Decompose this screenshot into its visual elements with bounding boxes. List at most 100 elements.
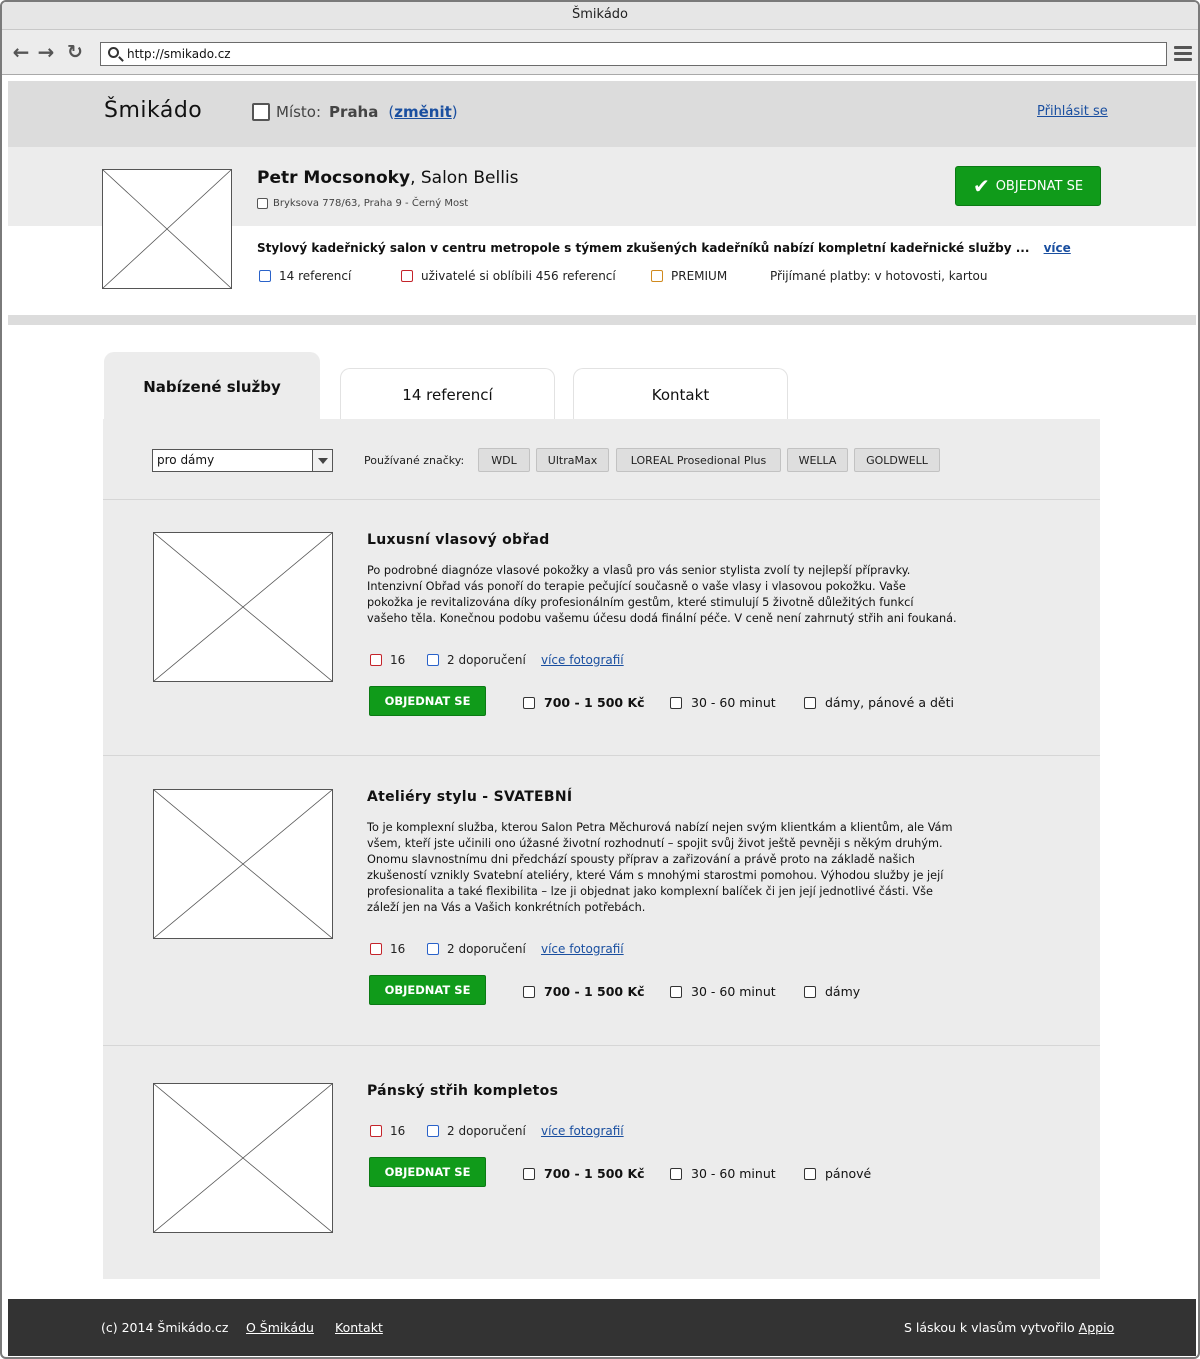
tab-services[interactable]: Nabízené služby (104, 352, 320, 420)
likes-value: 16 (390, 942, 406, 956)
location-change-link[interactable]: změnit (394, 103, 452, 121)
location-picker: Místo: Praha ( změnit ) (252, 103, 458, 121)
brands-label: Používané značky: (364, 454, 465, 467)
thumbs-up-icon (427, 1125, 439, 1137)
duration-value: 30 - 60 minut (691, 984, 776, 999)
service-description-line: zkušeností vznikly Svatební ateliéry, kt… (367, 869, 944, 882)
service-description-line: vašeho těla. Konečnou podobu vašemu účes… (367, 612, 957, 625)
reference-icon (259, 270, 271, 282)
divider (103, 755, 1100, 756)
footer-credit-text: S láskou k vlasům vytvořilo (904, 1320, 1079, 1335)
price-value: 700 - 1 500 Kč (544, 695, 645, 710)
recommendations[interactable]: 2 doporučení (427, 942, 526, 956)
brand-chip[interactable]: GOLDWELL (854, 448, 940, 472)
reload-icon[interactable]: ↻ (64, 41, 86, 63)
footer-credit-link[interactable]: Appio (1079, 1320, 1115, 1335)
duration-value: 30 - 60 minut (691, 1166, 776, 1181)
salon-address-text: Bryksova 778/63, Praha 9 - Černý Most (273, 198, 469, 209)
badge-payments-label: Přijímané platby: v hotovosti, kartou (770, 269, 988, 283)
clock-icon (670, 985, 682, 998)
hamburger-menu-icon[interactable] (1174, 46, 1192, 62)
service-description-line: záleží jen na Vás a Vašich konkrétních p… (367, 901, 646, 914)
likes-count[interactable]: 16 (370, 942, 405, 956)
duration: 30 - 60 minut (670, 1166, 776, 1181)
map-pin-icon (257, 198, 268, 209)
more-photos-link[interactable]: více fotografií (541, 942, 624, 956)
badge-premium-label: PREMIUM (671, 269, 728, 283)
location-change-close: ) (451, 103, 458, 121)
order-button[interactable]: OBJEDNAT SE (369, 975, 486, 1005)
duration-value: 30 - 60 minut (691, 695, 776, 710)
service-title: Ateliéry stylu - SVATEBNÍ (367, 789, 573, 805)
recommendations-value: 2 doporučení (447, 1124, 526, 1138)
badge-references-label: 14 referencí (279, 269, 352, 283)
service-description-line: Po podrobné diagnóze vlasové pokožky a v… (367, 564, 911, 577)
people-icon (804, 1167, 816, 1180)
more-photos-link[interactable]: více fotografií (541, 653, 624, 667)
audience: dámy (804, 984, 860, 999)
likes-value: 16 (390, 1124, 406, 1138)
recommendations[interactable]: 2 doporučení (427, 653, 526, 667)
footer-contact-link[interactable]: Kontakt (335, 1320, 383, 1335)
price-icon (523, 1167, 535, 1180)
salon-heading: Petr Mocsonoky, Salon Bellis (257, 168, 519, 188)
service-description-line: profesionalita a také flexibilita – lze … (367, 885, 933, 898)
site-logo[interactable]: Šmikádo (104, 98, 202, 123)
footer-about-link[interactable]: O Šmikádu (246, 1320, 314, 1335)
likes-count[interactable]: 16 (370, 1124, 405, 1138)
salon-name: , Salon Bellis (410, 168, 519, 188)
salon-address: Bryksova 778/63, Praha 9 - Černý Most (257, 198, 468, 209)
location-label: Místo: (276, 103, 322, 121)
likes-value: 16 (390, 653, 406, 667)
price-value: 700 - 1 500 Kč (544, 1166, 645, 1181)
back-arrow-icon[interactable]: ← (10, 40, 32, 64)
address-url: http://smikado.cz (127, 47, 231, 61)
people-icon (804, 696, 816, 709)
address-bar[interactable]: http://smikado.cz (100, 42, 1167, 66)
tab-services-label: Nabízené služby (143, 377, 281, 396)
premium-icon (651, 270, 663, 282)
browser-toolbar: ← → ↻ http://smikado.cz (2, 30, 1198, 75)
badge-references[interactable]: 14 referencí (259, 269, 351, 283)
browser-window: Šmikádo ← → ↻ http://smikado.cz Šmikádo … (0, 0, 1200, 1359)
recommendations[interactable]: 2 doporučení (427, 1124, 526, 1138)
service-description-line: všem, kteří jste učinili ono úžasné živo… (367, 837, 943, 850)
brand-chip[interactable]: LOREAL Prosedional Plus (616, 448, 781, 472)
service-title: Pánský střih kompletos (367, 1083, 559, 1099)
brand-chip[interactable]: UltraMax (536, 448, 609, 472)
salon-more-link[interactable]: více (1044, 241, 1071, 255)
clock-icon (670, 696, 682, 709)
brand-chip[interactable]: WDL (478, 448, 530, 472)
tab-contact[interactable]: Kontakt (573, 368, 788, 420)
service-description-line: pokožka je revitalizována díky profesion… (367, 596, 914, 609)
tab-contact-label: Kontakt (651, 385, 710, 404)
thumbs-up-icon (427, 654, 439, 666)
service-description: Po podrobné diagnóze vlasové pokožky a v… (367, 563, 987, 627)
heart-icon (370, 654, 382, 666)
checkmark-icon: ✔ (972, 174, 990, 198)
stylist-name: Petr Mocsonoky (257, 168, 411, 188)
audience-select[interactable]: pro dámy (152, 449, 333, 472)
badge-premium: PREMIUM (651, 269, 727, 283)
forward-arrow-icon[interactable]: → (35, 40, 57, 64)
service-description-line: To je komplexní služba, kterou Salon Pet… (367, 821, 953, 834)
login-link[interactable]: Přihlásit se (1037, 104, 1108, 119)
order-button-main[interactable]: ✔ OBJEDNAT SE (955, 166, 1101, 206)
likes-count[interactable]: 16 (370, 653, 405, 667)
audience-value: dámy (825, 984, 861, 999)
service-description: To je komplexní služba, kterou Salon Pet… (367, 820, 987, 916)
order-button[interactable]: OBJEDNAT SE (369, 686, 486, 716)
price-icon (523, 696, 535, 709)
duration: 30 - 60 minut (670, 984, 776, 999)
location-checkbox[interactable] (252, 103, 270, 121)
tab-references[interactable]: 14 referencí (340, 368, 555, 420)
badge-liked[interactable]: uživatelé si oblíbili 456 referencí (401, 269, 616, 283)
footer-credit: S láskou k vlasům vytvořilo Appio (904, 1320, 1114, 1335)
brand-chip[interactable]: WELLA (787, 448, 848, 472)
order-button[interactable]: OBJEDNAT SE (369, 1157, 486, 1187)
price: 700 - 1 500 Kč (523, 1166, 645, 1181)
price: 700 - 1 500 Kč (523, 984, 645, 999)
more-photos-link[interactable]: více fotografií (541, 1124, 624, 1138)
heart-icon (370, 1125, 382, 1137)
service-image-placeholder (153, 532, 333, 682)
